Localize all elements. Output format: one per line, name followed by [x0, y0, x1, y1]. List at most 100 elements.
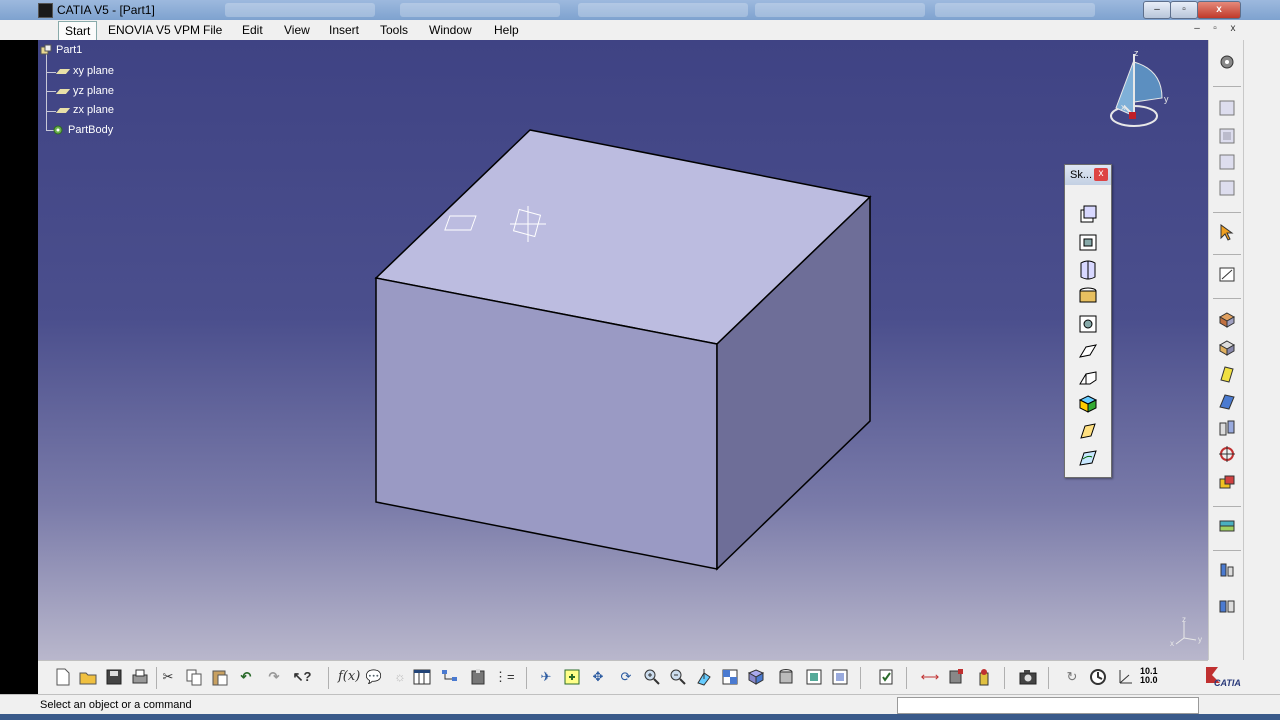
- document-close-button[interactable]: x: [1226, 23, 1240, 36]
- capture-icon[interactable]: [1018, 667, 1038, 687]
- 3d-viewport[interactable]: z x y z x y Part1 xy plane yz plane zx p…: [38, 40, 1208, 660]
- groove-icon[interactable]: [1077, 285, 1099, 307]
- thickness-icon[interactable]: [1217, 392, 1237, 412]
- minimize-button[interactable]: –: [1143, 1, 1171, 19]
- swap-space-icon[interactable]: [830, 667, 850, 687]
- menu-view[interactable]: View: [284, 23, 310, 37]
- triad-x-label: x: [1170, 639, 1174, 648]
- transformation-icon[interactable]: [1217, 418, 1237, 438]
- menu-tools[interactable]: Tools: [380, 23, 408, 37]
- measure-icon[interactable]: [1217, 560, 1237, 580]
- compass-icon[interactable]: z x y: [1110, 48, 1169, 127]
- formula-icon[interactable]: f(x): [338, 667, 360, 687]
- tree-expand-icon[interactable]: [440, 667, 460, 687]
- print-icon[interactable]: [130, 667, 150, 687]
- pan-icon[interactable]: ✥: [588, 667, 608, 687]
- sketch-based-features-toolbar[interactable]: Sk... x: [1064, 164, 1112, 478]
- menu-enovia[interactable]: ENOVIA V5 VPM: [108, 23, 200, 37]
- surface-based-icon[interactable]: [1217, 516, 1237, 536]
- solid-combine-icon[interactable]: [1077, 393, 1099, 415]
- edit-link-icon[interactable]: ⋮=: [494, 667, 515, 687]
- restore-button[interactable]: ▫: [1170, 1, 1198, 19]
- tree-item-zx-plane[interactable]: zx plane: [55, 104, 114, 116]
- tree-item-part1[interactable]: Part1: [40, 44, 82, 56]
- tree-item-partbody[interactable]: PartBody: [52, 124, 113, 136]
- rib-icon[interactable]: [1077, 340, 1099, 362]
- shaft-icon[interactable]: [1077, 259, 1099, 281]
- menu-insert[interactable]: Insert: [329, 23, 359, 37]
- catalog-browser-icon[interactable]: [468, 667, 488, 687]
- pocket-icon[interactable]: [1077, 231, 1099, 253]
- toolbar-title: Sk...: [1070, 169, 1093, 181]
- boolean-icon[interactable]: [1217, 472, 1237, 492]
- zoom-out-icon[interactable]: [668, 667, 688, 687]
- multi-view-icon[interactable]: [720, 667, 740, 687]
- iso-view-icon[interactable]: [746, 667, 766, 687]
- zoom-in-icon[interactable]: [642, 667, 662, 687]
- pad-icon[interactable]: [1077, 203, 1099, 225]
- catalog-3-icon[interactable]: [1217, 152, 1237, 172]
- catalog-2-icon[interactable]: [1217, 126, 1237, 146]
- copy-icon[interactable]: [184, 667, 204, 687]
- measure-between-icon[interactable]: ⟷: [920, 667, 940, 687]
- tree-item-label: PartBody: [68, 124, 114, 136]
- document-minimize-button[interactable]: –: [1190, 23, 1204, 36]
- fit-all-icon[interactable]: [562, 667, 582, 687]
- menu-help[interactable]: Help: [494, 23, 519, 37]
- table-icon[interactable]: [412, 667, 432, 687]
- hole-icon[interactable]: [1077, 313, 1099, 335]
- fly-mode-icon[interactable]: ✈: [536, 667, 556, 687]
- select-arrow-icon[interactable]: [1217, 222, 1237, 242]
- knowledge-advisor-icon[interactable]: [1088, 667, 1108, 687]
- document-restore-button[interactable]: ▫: [1208, 23, 1222, 36]
- left-frame: [0, 40, 38, 660]
- toolbar-header[interactable]: Sk... x: [1065, 165, 1111, 185]
- tree-item-yz-plane[interactable]: yz plane: [55, 85, 114, 97]
- tree-item-xy-plane[interactable]: xy plane: [55, 65, 114, 77]
- multi-section-solid-icon[interactable]: [1077, 447, 1099, 469]
- background-tab: [935, 3, 1095, 17]
- cut-icon[interactable]: ✂: [158, 667, 178, 687]
- catalog-4-icon[interactable]: [1217, 178, 1237, 198]
- menu-start[interactable]: Start: [58, 21, 98, 41]
- light-icon[interactable]: ☼: [390, 667, 410, 687]
- redo-icon[interactable]: ↷: [264, 667, 284, 687]
- new-icon[interactable]: [52, 667, 72, 687]
- save-icon[interactable]: [104, 667, 124, 687]
- shading-icon[interactable]: [776, 667, 796, 687]
- viewport-canvas: z x y z x y: [374, 48, 1202, 648]
- compass-gear-icon[interactable]: [1217, 52, 1237, 72]
- undo-icon[interactable]: ↶: [236, 667, 256, 687]
- whats-this-icon[interactable]: ↖?: [292, 667, 312, 687]
- box-icon[interactable]: [1217, 364, 1237, 384]
- stiffener-icon[interactable]: [1077, 420, 1099, 442]
- normal-view-icon[interactable]: [694, 667, 714, 687]
- dress-up-icon[interactable]: [1217, 338, 1237, 358]
- menu-edit[interactable]: Edit: [242, 23, 263, 37]
- close-button[interactable]: x: [1197, 1, 1241, 19]
- reference-element-icon[interactable]: [1217, 310, 1237, 330]
- toolbar-close-button[interactable]: x: [1094, 168, 1108, 181]
- scale-icon[interactable]: 10.1 10.0: [1140, 667, 1162, 687]
- rotate-icon[interactable]: ⟳: [616, 667, 636, 687]
- menu-window[interactable]: Window: [429, 23, 472, 37]
- axis-system-icon[interactable]: [1217, 444, 1237, 464]
- sketch-icon[interactable]: [1217, 264, 1237, 284]
- power-input-field[interactable]: [897, 697, 1199, 714]
- apply-material-icon[interactable]: [1217, 596, 1237, 616]
- update-icon[interactable]: [876, 667, 896, 687]
- knowledge-icon[interactable]: 💬: [364, 667, 384, 687]
- paste-icon[interactable]: [210, 667, 230, 687]
- status-message: Select an object or a command: [40, 699, 192, 711]
- refresh-icon[interactable]: ↻: [1062, 667, 1082, 687]
- plane-icon: [55, 88, 71, 94]
- title-bar: CATIA V5 - [Part1] – ▫ x: [0, 0, 1280, 20]
- catalog-icon[interactable]: [1217, 98, 1237, 118]
- hide-show-icon[interactable]: [804, 667, 824, 687]
- menu-file[interactable]: File: [203, 23, 222, 37]
- measure-inertia-icon[interactable]: [974, 667, 994, 687]
- axis-system-icon[interactable]: [1114, 667, 1134, 687]
- measure-item-icon[interactable]: [946, 667, 966, 687]
- open-icon[interactable]: [78, 667, 98, 687]
- slot-icon[interactable]: [1077, 367, 1099, 389]
